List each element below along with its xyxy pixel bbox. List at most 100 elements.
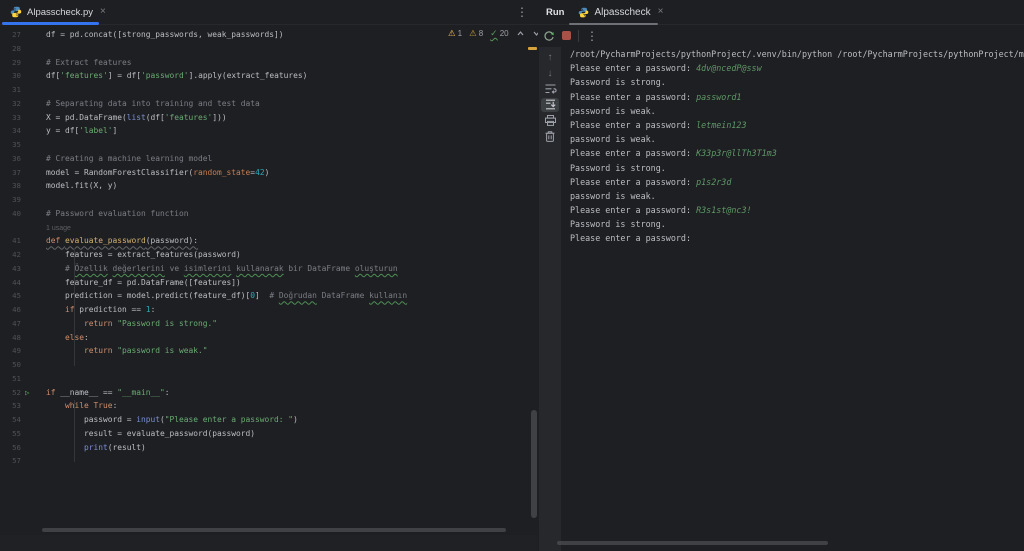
- code-text: prediction = model.predict(feature_df)[0…: [46, 289, 407, 303]
- gutter: [21, 152, 46, 166]
- code-line[interactable]: 50: [0, 358, 528, 372]
- console-user-input: R3s1st@nc3!: [696, 205, 751, 215]
- console-stdout: Password is strong.: [570, 163, 666, 173]
- run-tab-title: Alpasscheck: [594, 7, 650, 18]
- console-line[interactable]: password is weak.: [570, 189, 1024, 203]
- code-line[interactable]: 55 result = evaluate_password(password): [0, 427, 528, 441]
- gutter: [21, 262, 46, 276]
- code-line[interactable]: 46 if prediction == 1:: [0, 303, 528, 317]
- code-line[interactable]: 43 # Özellik değerlerini ve isimlerini k…: [0, 262, 528, 276]
- gutter: [21, 344, 46, 358]
- code-line[interactable]: 53 while True:: [0, 399, 528, 413]
- run-tab-alpasscheck[interactable]: Alpasscheck ×: [578, 0, 663, 24]
- editor-horizontal-scrollbar[interactable]: [42, 528, 506, 532]
- close-icon[interactable]: ×: [658, 7, 664, 17]
- run-tool-window: Run Alpasscheck × ⋮ ↑ ↓: [538, 0, 1024, 551]
- console-line[interactable]: Please enter a password: password1: [570, 90, 1024, 104]
- clear-all-icon[interactable]: [541, 130, 559, 143]
- line-number: 57: [0, 454, 21, 468]
- console-stdout: password is weak.: [570, 134, 656, 144]
- line-number: 46: [0, 303, 21, 317]
- gutter: [21, 28, 46, 42]
- stop-icon[interactable]: [562, 31, 571, 40]
- code-line[interactable]: 27df = pd.concat([strong_passwords, weak…: [0, 28, 528, 42]
- code-line[interactable]: 28: [0, 42, 528, 56]
- code-line[interactable]: 45 prediction = model.predict(feature_df…: [0, 289, 528, 303]
- line-number: 41: [0, 234, 21, 248]
- console-line[interactable]: Please enter a password: p1s2r3d: [570, 175, 1024, 189]
- code-lines: 27df = pd.concat([strong_passwords, weak…: [0, 28, 528, 468]
- code-line[interactable]: 29# Extract features: [0, 56, 528, 70]
- code-line[interactable]: 37model = RandomForestClassifier(random_…: [0, 166, 528, 180]
- console-line[interactable]: Password is strong.: [570, 161, 1024, 175]
- code-line[interactable]: 49 return "password is weak.": [0, 344, 528, 358]
- line-number: 47: [0, 317, 21, 331]
- console-line[interactable]: Please enter a password: K33p3r@llTh3T1m…: [570, 146, 1024, 160]
- soft-wrap-icon[interactable]: [541, 82, 559, 95]
- console-stdout: Please enter a password:: [570, 148, 696, 158]
- code-line[interactable]: 36# Creating a machine learning model: [0, 152, 528, 166]
- gutter: [21, 317, 46, 331]
- code-line[interactable]: 39: [0, 193, 528, 207]
- console-line[interactable]: Please enter a password: letmein123: [570, 118, 1024, 132]
- line-number: 43: [0, 262, 21, 276]
- console-line[interactable]: Please enter a password: 4dv@ncedP@ssw: [570, 61, 1024, 75]
- console-output[interactable]: /root/PycharmProjects/pythonProject/.ven…: [570, 47, 1024, 246]
- console-line[interactable]: Please enter a password:: [570, 231, 1024, 245]
- editor-tab-alpasscheck[interactable]: Alpasscheck.py ×: [0, 0, 114, 24]
- console-line[interactable]: Password is strong.: [570, 75, 1024, 89]
- code-line[interactable]: 56 print(result): [0, 441, 528, 455]
- rerun-icon[interactable]: [543, 30, 555, 42]
- print-icon[interactable]: [541, 114, 559, 127]
- run-active-tab-indicator: [569, 23, 658, 25]
- console-user-input: password1: [696, 92, 741, 102]
- run-more-icon[interactable]: ⋮: [586, 29, 598, 43]
- run-gutter-icon[interactable]: ▷: [21, 386, 46, 400]
- editor-tab-title: Alpasscheck.py: [27, 7, 93, 18]
- code-line[interactable]: 57: [0, 454, 528, 468]
- down-stack-trace-icon[interactable]: ↓: [541, 67, 559, 80]
- code-line[interactable]: 41def evaluate_password(password):: [0, 234, 528, 248]
- code-text: model = RandomForestClassifier(random_st…: [46, 166, 269, 180]
- code-line[interactable]: 48 else:: [0, 331, 528, 345]
- code-line[interactable]: 35: [0, 138, 528, 152]
- active-tab-indicator: [2, 22, 99, 25]
- code-line[interactable]: 33X = pd.DataFrame(list(df['features'])): [0, 111, 528, 125]
- code-line[interactable]: 30df['features'] = df['password'].apply(…: [0, 69, 528, 83]
- editor-more-icon[interactable]: ⋮: [506, 5, 538, 19]
- code-line[interactable]: 51: [0, 372, 528, 386]
- code-line[interactable]: 32# Separating data into training and te…: [0, 97, 528, 111]
- console-stdout: Please enter a password:: [570, 63, 696, 73]
- gutter: [21, 413, 46, 427]
- line-number: 44: [0, 276, 21, 290]
- code-line[interactable]: 47 return "Password is strong.": [0, 317, 528, 331]
- code-line[interactable]: 31: [0, 83, 528, 97]
- line-number: 31: [0, 83, 21, 97]
- line-number: 39: [0, 193, 21, 207]
- line-number: 56: [0, 441, 21, 455]
- gutter: [21, 427, 46, 441]
- console-line[interactable]: password is weak.: [570, 104, 1024, 118]
- code-line[interactable]: 44 feature_df = pd.DataFrame([features]): [0, 276, 528, 290]
- code-line[interactable]: 38model.fit(X, y): [0, 179, 528, 193]
- run-header: Run Alpasscheck ×: [538, 0, 1024, 25]
- editor-vertical-scrollbar[interactable]: [531, 410, 537, 518]
- gutter: [21, 276, 46, 290]
- code-line[interactable]: 52▷if __name__ == "__main__":: [0, 386, 528, 400]
- console-line[interactable]: Please enter a password: R3s1st@nc3!: [570, 203, 1024, 217]
- gutter: [21, 111, 46, 125]
- code-line[interactable]: 40# Password evaluation function: [0, 207, 528, 221]
- usage-hint[interactable]: 1 usage: [0, 221, 528, 235]
- up-stack-trace-icon[interactable]: ↑: [541, 51, 559, 64]
- code-line[interactable]: 42 features = extract_features(password): [0, 248, 528, 262]
- code-line[interactable]: 54 password = input("Please enter a pass…: [0, 413, 528, 427]
- python-icon: [10, 6, 22, 18]
- console-line[interactable]: password is weak.: [570, 132, 1024, 146]
- code-line[interactable]: 34y = df['label']: [0, 124, 528, 138]
- close-icon[interactable]: ×: [100, 7, 106, 17]
- console-line[interactable]: /root/PycharmProjects/pythonProject/.ven…: [570, 47, 1024, 61]
- scroll-to-end-icon[interactable]: [541, 98, 559, 112]
- console-line[interactable]: Password is strong.: [570, 217, 1024, 231]
- console-horizontal-scrollbar[interactable]: [557, 541, 828, 545]
- toolbar-divider: [578, 30, 579, 42]
